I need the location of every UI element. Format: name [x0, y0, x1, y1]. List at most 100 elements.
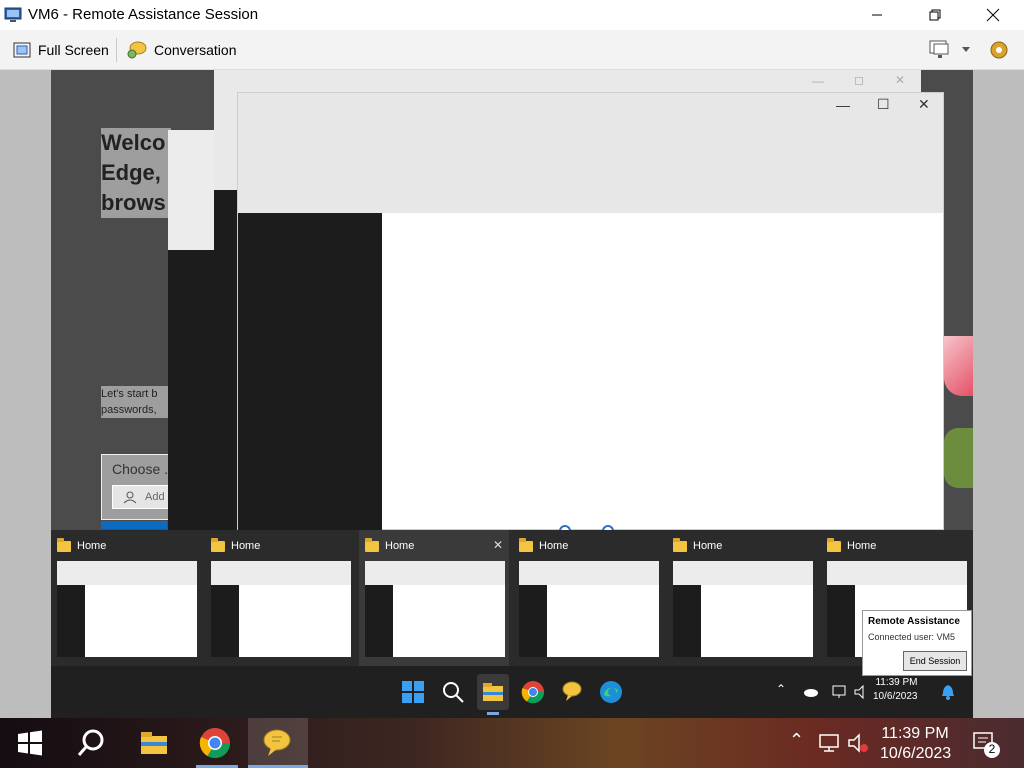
popup-connected-user: Connected user: VM5 [868, 632, 956, 642]
thumbnail-title: Home [847, 540, 877, 552]
thumbnail-1[interactable]: Home [51, 530, 201, 666]
folder-icon [211, 537, 225, 552]
thumbnail-preview [673, 561, 813, 657]
active-indicator [487, 712, 499, 715]
chrome-icon[interactable] [521, 680, 545, 704]
gear-help-icon [990, 41, 1008, 59]
conversation-label: Conversation [154, 42, 237, 58]
windows-start-icon[interactable] [14, 727, 46, 759]
system-clock[interactable]: 11:39 PM 10/6/2023 [880, 724, 951, 764]
thumbnail-preview [211, 561, 351, 657]
end-session-button[interactable]: End Session [903, 651, 967, 671]
thumbnail-title: Home [385, 540, 415, 552]
tray-chevron-icon[interactable]: ⌃ [789, 730, 804, 751]
conversation-button[interactable]: Conversation [122, 37, 241, 63]
remote-time: 11:39 PM [875, 677, 918, 688]
thumbnail-2[interactable]: Home [205, 530, 355, 666]
remote-taskbar: ⌃ 11:39 PM 10/6/2023 [51, 666, 973, 718]
network-icon[interactable] [818, 733, 840, 753]
wallpaper-cactus [944, 428, 973, 488]
folder-icon [673, 537, 687, 552]
onedrive-icon[interactable] [803, 684, 819, 700]
user-icon [123, 491, 137, 504]
minimize-icon [872, 14, 882, 16]
choose-label: Choose . [112, 461, 169, 477]
thumbnail-close-icon[interactable]: ✕ [493, 538, 503, 552]
welcome-text-line-1: Let's start b [101, 388, 158, 400]
add-label: Add [145, 491, 165, 503]
file-explorer-icon[interactable] [138, 727, 170, 759]
wallpaper-flower [944, 336, 973, 396]
folder-icon [827, 537, 841, 552]
thumbnail-preview [57, 561, 197, 657]
edge-icon[interactable] [599, 680, 623, 704]
display-settings-button[interactable] [928, 39, 972, 64]
file-explorer-icon[interactable] [481, 680, 505, 704]
remote-clock[interactable]: 11:39 PM 10/6/2023 [873, 676, 918, 704]
remote-assistance-popup: Remote Assistance Connected user: VM5 En… [862, 610, 972, 676]
conversation-icon [127, 41, 147, 59]
close-button[interactable] [964, 0, 1022, 30]
welcome-line-1: Welco [101, 130, 166, 155]
notification-icon [973, 732, 1000, 758]
thumbnail-title: Home [77, 540, 107, 552]
thumbnail-5[interactable]: Home [667, 530, 817, 666]
toolbar-separator [116, 38, 117, 62]
chrome-icon[interactable] [199, 727, 231, 759]
restore-button[interactable] [906, 0, 964, 30]
edge-welcome-heading: Welco Edge, brows [101, 128, 171, 218]
minimize-button[interactable] [848, 0, 906, 30]
accent-strip [101, 521, 167, 529]
search-icon[interactable] [75, 727, 107, 759]
tray-chevron-icon[interactable]: ⌃ [776, 682, 786, 696]
window-title: VM6 - Remote Assistance Session [28, 6, 259, 23]
thumbnail-3[interactable]: Home ✕ [359, 530, 509, 666]
explorer-navigation-pane[interactable] [238, 213, 382, 531]
maximize-icon[interactable]: ◻ [854, 73, 864, 87]
clock-time: 11:39 PM [881, 725, 949, 742]
full-screen-button[interactable]: Full Screen [8, 37, 113, 63]
close-icon[interactable]: ✕ [918, 96, 930, 113]
remote-assistance-icon[interactable] [261, 727, 293, 759]
edge-welcome-text: Let's start b passwords, [101, 386, 171, 418]
explorer-window-back-header [168, 130, 218, 250]
folder-icon [365, 537, 379, 552]
minimize-icon[interactable]: — [836, 97, 850, 113]
notification-count-badge: 2 [988, 742, 996, 756]
explorer-window-front-header: — ☐ ✕ [238, 93, 943, 213]
close-icon[interactable]: ✕ [895, 73, 905, 87]
help-settings-button[interactable] [986, 37, 1012, 66]
welcome-line-3: brows [101, 190, 166, 215]
action-center-button[interactable]: 2 [970, 728, 1002, 760]
maximize-icon[interactable]: ☐ [877, 96, 890, 113]
network-icon[interactable] [831, 684, 847, 700]
welcome-line-2: Edge, [101, 160, 161, 185]
thumbnail-4[interactable]: Home [513, 530, 663, 666]
monitor-dropdown-icon [929, 40, 970, 58]
folder-icon [519, 537, 533, 552]
remote-date: 10/6/2023 [873, 691, 918, 702]
full-screen-icon [13, 42, 31, 58]
thumbnail-title: Home [693, 540, 723, 552]
thumbnail-preview [365, 561, 505, 657]
volume-muted-icon[interactable] [847, 733, 869, 753]
welcome-text-line-2: passwords, [101, 404, 157, 416]
remote-desktop[interactable]: Welco Edge, brows Let's start b password… [51, 70, 973, 718]
windows-start-icon[interactable] [401, 680, 425, 704]
full-screen-label: Full Screen [38, 42, 109, 58]
remote-assistance-app-icon [4, 7, 22, 22]
thumbnail-preview [519, 561, 659, 657]
minimize-icon[interactable]: — [812, 74, 824, 88]
thumbnail-title: Home [231, 540, 261, 552]
remote-assistance-icon[interactable] [560, 680, 584, 704]
notification-bell-icon[interactable] [941, 684, 955, 700]
close-icon [986, 8, 1000, 22]
popup-title: Remote Assistance [868, 616, 960, 627]
remote-screen-area[interactable]: Welco Edge, brows Let's start b password… [0, 70, 1024, 718]
volume-muted-icon[interactable] [853, 684, 869, 700]
folder-icon [57, 537, 71, 552]
window-titlebar: VM6 - Remote Assistance Session [0, 0, 1024, 30]
thumbnail-title: Home [539, 540, 569, 552]
search-icon[interactable] [441, 680, 465, 704]
explorer-window-front[interactable]: — ☐ ✕ [237, 92, 944, 531]
